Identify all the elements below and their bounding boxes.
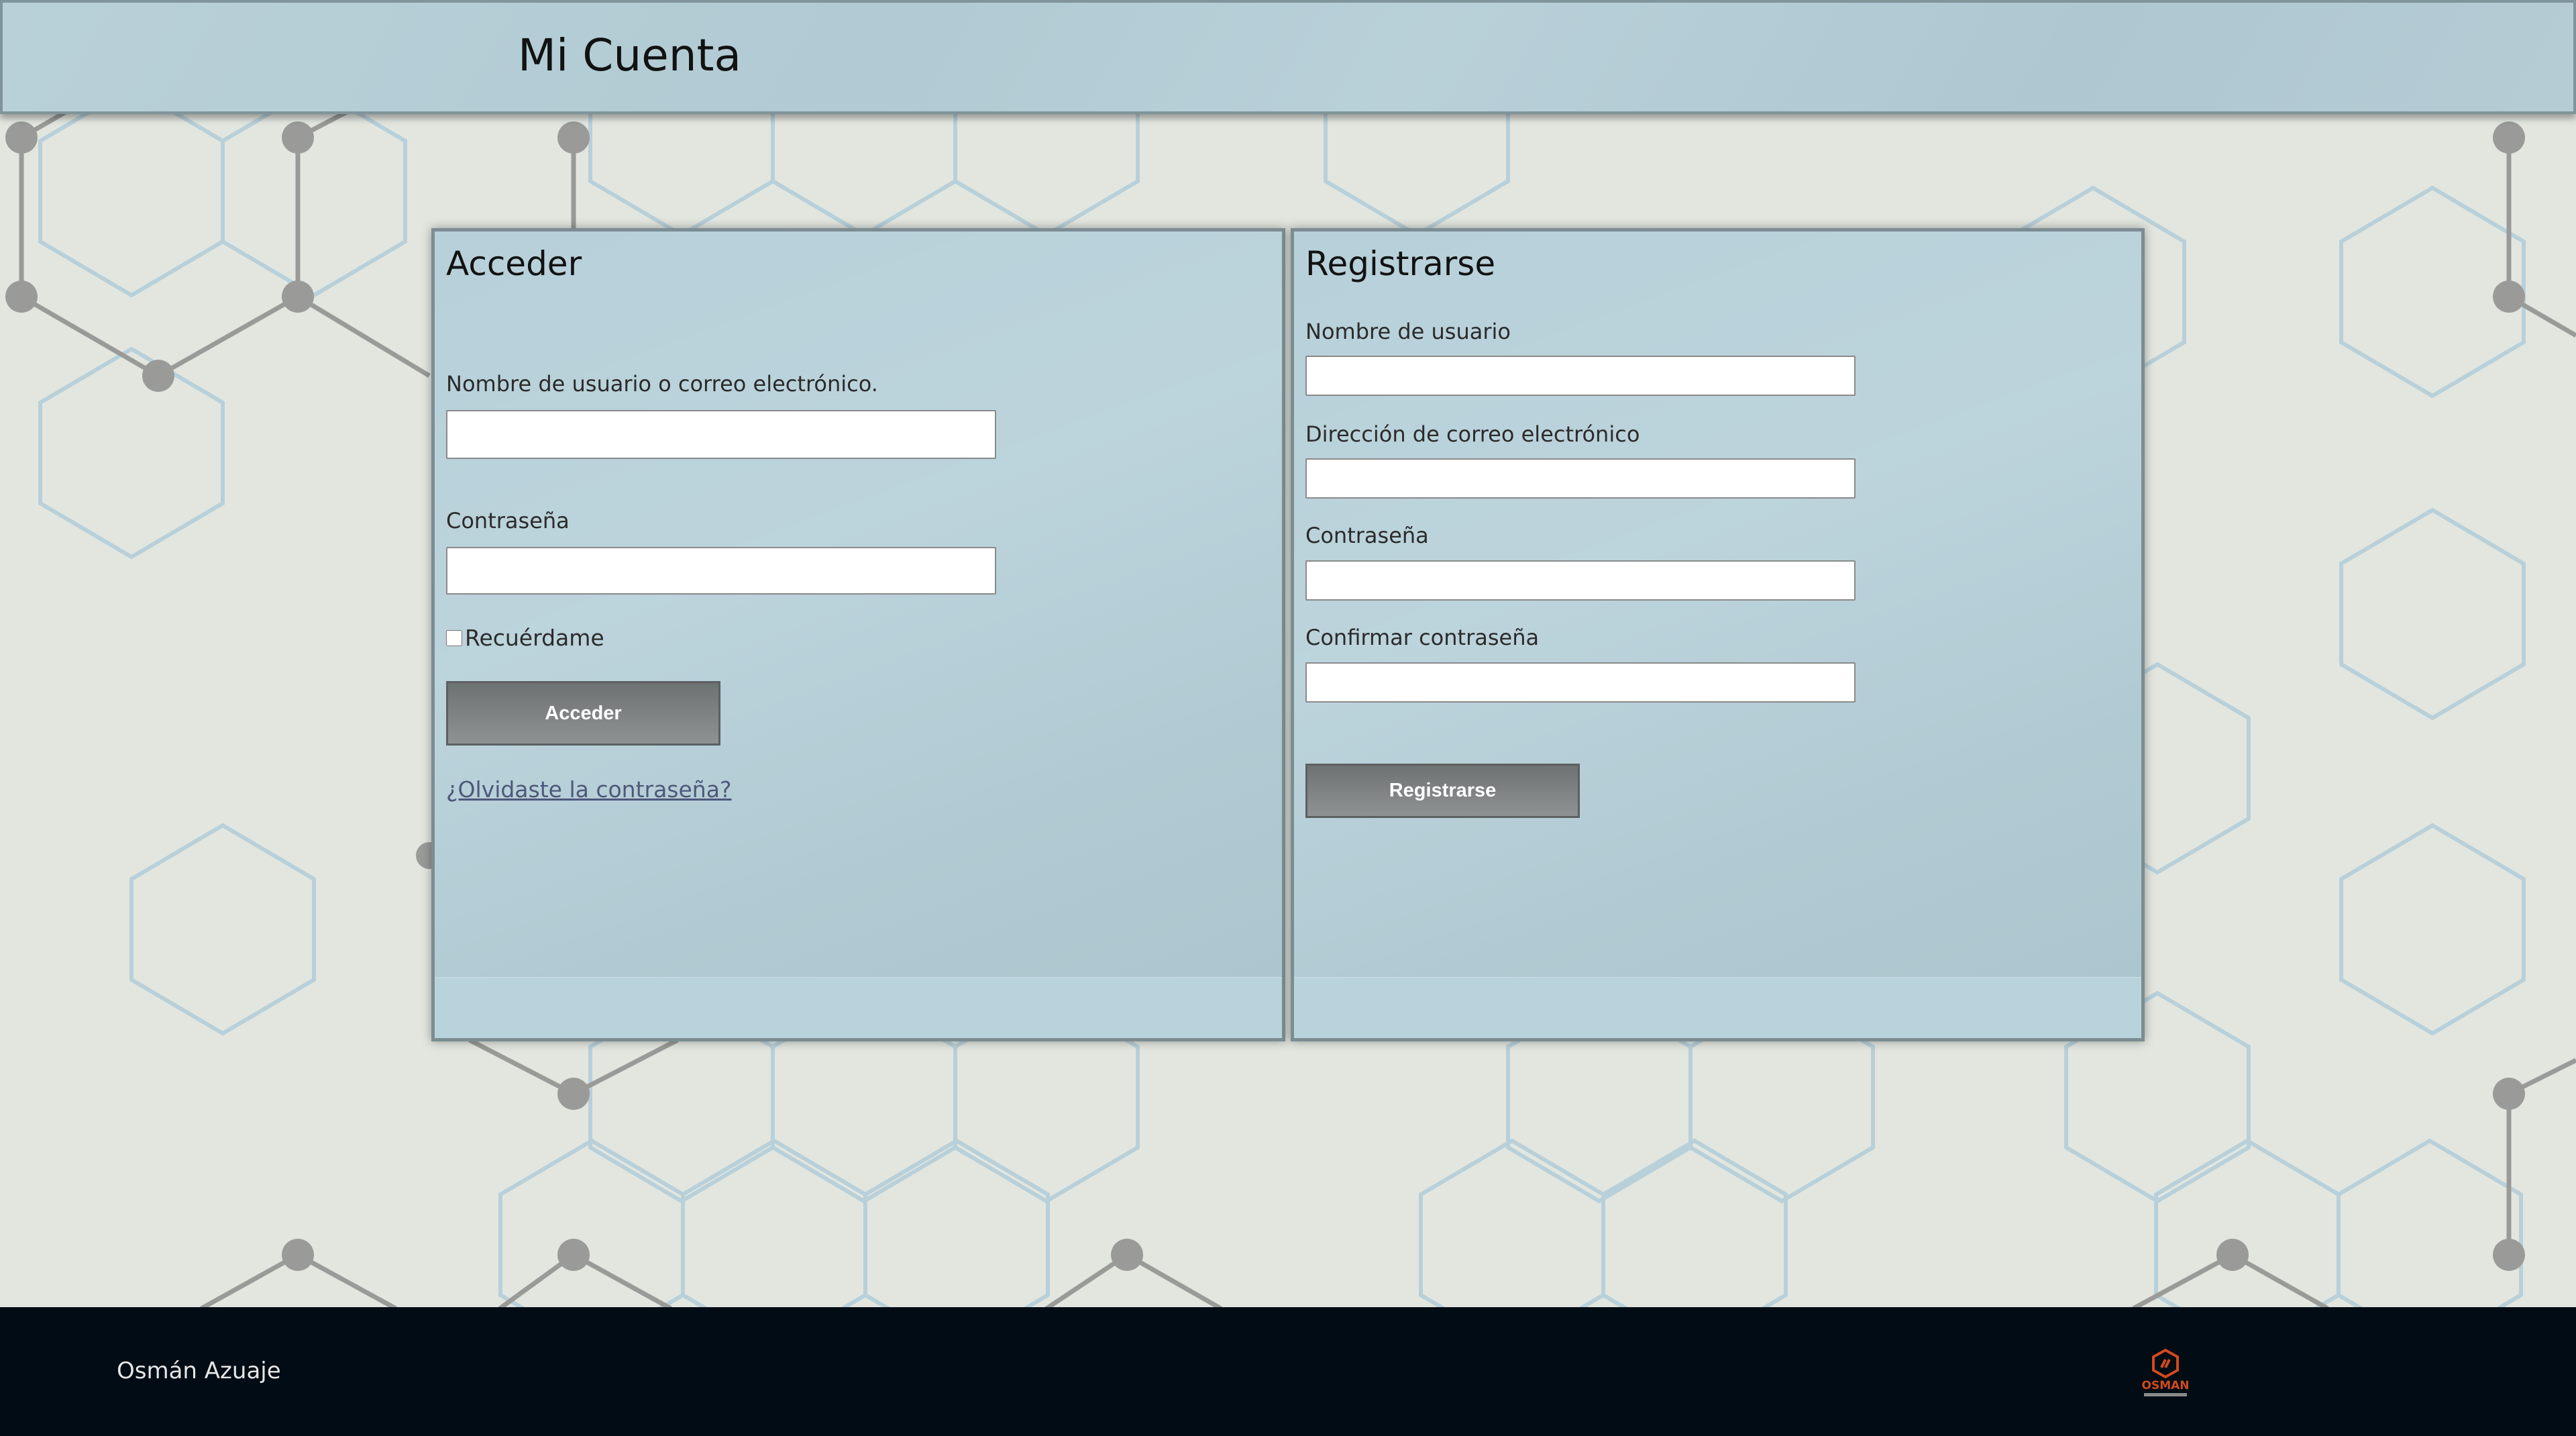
remember-me: Recuérdame bbox=[446, 625, 604, 651]
logo-text: OSMAN bbox=[2142, 1379, 2190, 1392]
login-submit-button[interactable]: Acceder bbox=[446, 681, 720, 746]
login-panel-footer bbox=[435, 977, 1282, 1038]
hexagon-network-background bbox=[5, 24, 2576, 1351]
page-footer: Osmán Azuaje OSMAN bbox=[0, 1307, 2576, 1436]
footer-author: Osmán Azuaje bbox=[117, 1357, 281, 1384]
register-submit-button[interactable]: Registrarse bbox=[1305, 764, 1580, 818]
remember-me-label: Recuérdame bbox=[465, 625, 604, 651]
remember-me-checkbox[interactable] bbox=[446, 629, 462, 646]
login-username-input[interactable] bbox=[446, 410, 996, 459]
register-username-input[interactable] bbox=[1305, 356, 1856, 396]
forgot-password-link[interactable]: ¿Olvidaste la contraseña? bbox=[446, 776, 731, 803]
page-title: Mi Cuenta bbox=[518, 30, 741, 81]
register-email-label: Dirección de correo electrónico bbox=[1305, 421, 1640, 447]
register-password-label: Contraseña bbox=[1305, 523, 1429, 548]
register-password-input[interactable] bbox=[1305, 560, 1856, 601]
login-panel: Acceder Nombre de usuario o correo elect… bbox=[431, 228, 1285, 1041]
register-username-label: Nombre de usuario bbox=[1305, 319, 1511, 344]
register-email-input[interactable] bbox=[1305, 458, 1856, 499]
login-password-input[interactable] bbox=[446, 547, 996, 595]
page-header: Mi Cuenta bbox=[0, 0, 2576, 114]
login-username-label: Nombre de usuario o correo electrónico. bbox=[446, 371, 878, 397]
register-confirm-input[interactable] bbox=[1305, 662, 1856, 703]
register-heading: Registrarse bbox=[1305, 244, 1496, 283]
register-panel: Registrarse Nombre de usuario Dirección … bbox=[1291, 228, 2145, 1041]
register-panel-footer bbox=[1294, 977, 2141, 1038]
login-heading: Acceder bbox=[446, 244, 582, 283]
osman-logo-icon: OSMAN bbox=[2142, 1348, 2190, 1396]
login-password-label: Contraseña bbox=[446, 508, 570, 533]
register-confirm-label: Confirmar contraseña bbox=[1305, 625, 1540, 650]
